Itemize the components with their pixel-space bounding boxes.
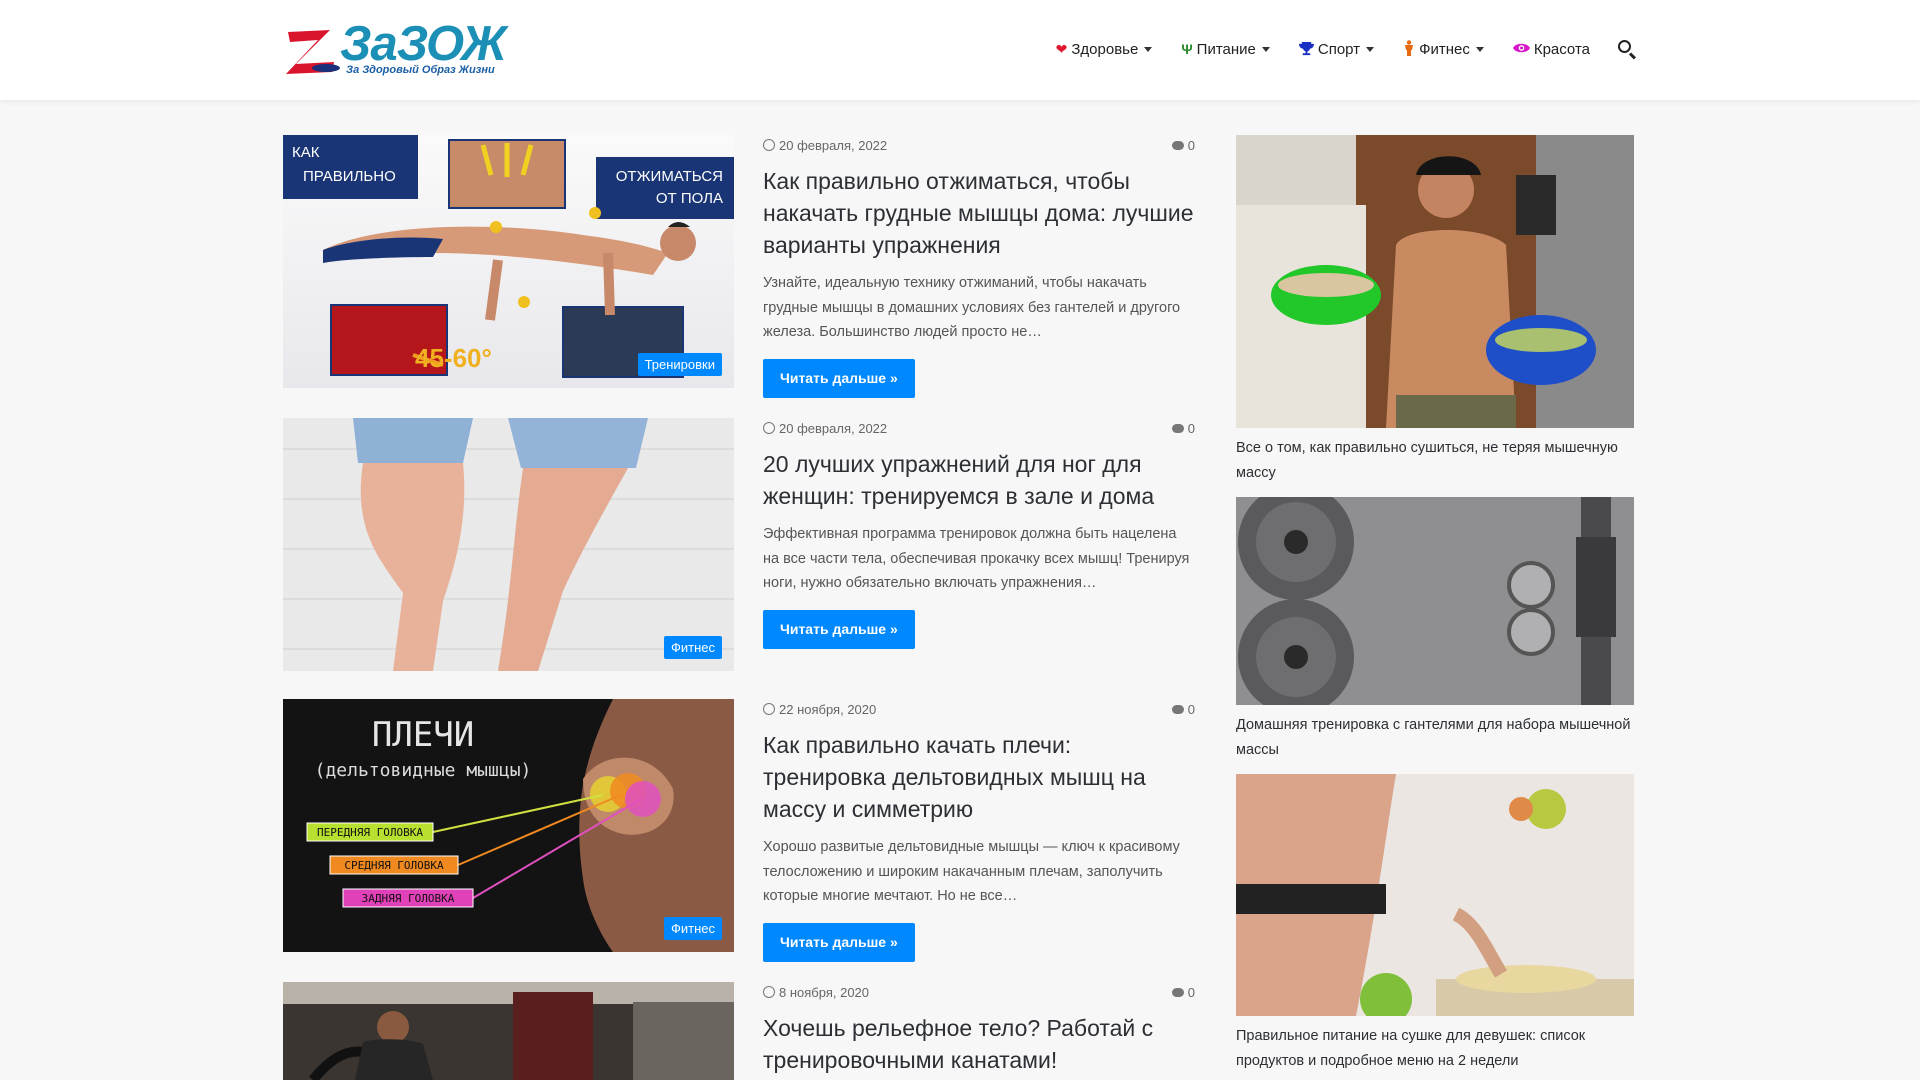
nav-label: Красота	[1533, 40, 1590, 58]
nav-item-fitness[interactable]: Фитнес	[1403, 40, 1484, 58]
nav-label: Фитнес	[1419, 40, 1470, 58]
shoulders-illustration: ПЛЕЧИ (дельтовидные мышцы) ПЕРЕДНЯЯ ГОЛО…	[283, 699, 734, 952]
dumbbells-photo	[1236, 497, 1634, 705]
eye-icon	[1512, 42, 1530, 56]
search-icon	[1618, 40, 1631, 53]
post-excerpt: Узнайте, идеальную технику отжиманий, чт…	[763, 275, 1181, 340]
person-icon	[1403, 40, 1415, 58]
post-meta: 22 ноября, 2020 0	[763, 699, 1195, 719]
post-thumbnail[interactable]: ПЛЕЧИ (дельтовидные мышцы) ПЕРЕДНЯЯ ГОЛО…	[283, 699, 734, 952]
read-more-button[interactable]: Читать дальше »	[763, 609, 915, 649]
sidebar-thumbnail[interactable]	[1236, 135, 1634, 428]
image-caption: ОТЖИМАТЬСЯ	[616, 168, 723, 185]
category-badge[interactable]: Тренировки	[637, 353, 722, 376]
main-nav: ❤ Здоровье Ψ Питание Спорт Фитнес Красот…	[1027, 36, 1638, 62]
post-meta: 8 ноября, 2020 0	[763, 982, 1195, 1002]
post-card: ПЛЕЧИ (дельтовидные мышцы) ПЕРЕДНЯЯ ГОЛО…	[283, 699, 1195, 962]
logo-tagline: За Здоровый Образ Жизни	[346, 64, 495, 76]
logo-mark-icon	[286, 30, 340, 74]
ropes-photo	[283, 982, 734, 1080]
comment-count[interactable]: 0	[1172, 985, 1195, 1000]
sidebar-caption[interactable]: Все о том, как правильно сушиться, не те…	[1236, 436, 1634, 485]
angle-label: 45-60°	[415, 343, 492, 373]
category-badge[interactable]: Фитнес	[663, 636, 722, 659]
post-card: 45-60° КАК ПРАВИЛЬНО ОТЖИМАТЬСЯ ОТ ПОЛА …	[283, 135, 1195, 398]
sidebar-item: Домашняя тренировка с гантелями для набо…	[1236, 497, 1634, 762]
post-title[interactable]: 20 лучших упражнений для ног для женщин:…	[763, 448, 1195, 512]
nav-item-health[interactable]: ❤ Здоровье	[1056, 41, 1153, 58]
healthy-food-photo	[1236, 774, 1634, 1016]
sidebar-thumbnail[interactable]	[1236, 497, 1634, 705]
post-card: 8 ноября, 2020 0 Хочешь рельефное тело? …	[283, 982, 1195, 1080]
post-excerpt: Хорошо развитые дельтовидные мышцы — клю…	[763, 839, 1180, 904]
post-meta: 20 февраля, 2022 0	[763, 418, 1195, 438]
logo-text: ЗаЗОЖ	[340, 17, 507, 71]
sidebar-item: Все о том, как правильно сушиться, не те…	[1236, 135, 1634, 485]
image-caption: ПРАВИЛЬНО	[303, 168, 396, 185]
sidebar-thumbnail[interactable]	[1236, 774, 1634, 1016]
chevron-down-icon	[1144, 46, 1153, 52]
site-logo[interactable]: ЗаЗОЖ За Здоровый Образ Жизни	[282, 18, 512, 80]
post-body: 20 февраля, 2022 0 Как правильно отжимат…	[763, 135, 1195, 398]
post-title[interactable]: Как правильно отжиматься, чтобы накачать…	[763, 165, 1195, 261]
heart-icon: ❤	[1055, 41, 1068, 57]
nav-item-nutrition[interactable]: Ψ Питание	[1181, 41, 1270, 58]
cutlery-icon: Ψ	[1181, 41, 1193, 57]
post-date: 20 февраля, 2022	[763, 421, 887, 436]
post-body: 22 ноября, 2020 0 Как правильно качать п…	[763, 699, 1195, 962]
search-button[interactable]	[1616, 38, 1638, 60]
nav-label: Спорт	[1317, 40, 1361, 58]
image-label: ЗАДНЯЯ ГОЛОВКА	[362, 892, 455, 905]
nav-label: Питание	[1196, 40, 1256, 58]
image-caption: КАК	[292, 144, 320, 161]
post-date: 20 февраля, 2022	[763, 138, 887, 153]
chevron-down-icon	[1366, 46, 1375, 52]
post-body: 20 февраля, 2022 0 20 лучших упражнений …	[763, 418, 1195, 649]
nav-item-sport[interactable]: Спорт	[1298, 40, 1375, 58]
site-header: ЗаЗОЖ За Здоровый Образ Жизни ❤ Здоровье…	[0, 0, 1920, 100]
chevron-down-icon	[1475, 46, 1484, 52]
read-more-button[interactable]: Читать дальше »	[763, 922, 915, 962]
image-heading: ПЛЕЧИ	[372, 715, 474, 755]
read-more-button[interactable]: Читать дальше »	[763, 358, 915, 398]
post-title[interactable]: Хочешь рельефное тело? Работай с трениро…	[763, 1012, 1195, 1076]
image-caption: ОТ ПОЛА	[656, 190, 723, 207]
sidebar-item: Правильное питание на сушке для девушек:…	[1236, 774, 1634, 1073]
comment-count[interactable]: 0	[1172, 702, 1195, 717]
legs-photo	[283, 418, 734, 671]
nav-label: Здоровье	[1071, 40, 1139, 58]
post-date: 8 ноября, 2020	[763, 985, 869, 1000]
sidebar-caption[interactable]: Правильное питание на сушке для девушек:…	[1236, 1024, 1634, 1073]
post-thumbnail[interactable]: Фитнес	[283, 418, 734, 671]
post-thumbnail[interactable]	[283, 982, 734, 1080]
pushup-illustration: 45-60° КАК ПРАВИЛЬНО ОТЖИМАТЬСЯ ОТ ПОЛА	[283, 135, 734, 388]
post-date: 22 ноября, 2020	[763, 702, 876, 717]
kitchen-photo	[1236, 135, 1634, 428]
trophy-icon	[1298, 41, 1314, 58]
post-meta: 20 февраля, 2022 0	[763, 135, 1195, 155]
image-subheading: (дельтовидные мышцы)	[315, 760, 532, 781]
comment-count[interactable]: 0	[1172, 138, 1195, 153]
chevron-down-icon	[1261, 46, 1270, 52]
category-badge[interactable]: Фитнес	[663, 917, 722, 940]
post-body: 8 ноября, 2020 0 Хочешь рельефное тело? …	[763, 982, 1195, 1076]
post-card: Фитнес 20 февраля, 2022 0 20 лучших упра…	[283, 418, 1195, 673]
image-label: ПЕРЕДНЯЯ ГОЛОВКА	[317, 826, 423, 839]
post-thumbnail[interactable]: 45-60° КАК ПРАВИЛЬНО ОТЖИМАТЬСЯ ОТ ПОЛА …	[283, 135, 734, 388]
nav-item-beauty[interactable]: Красота	[1512, 40, 1590, 58]
comment-count[interactable]: 0	[1172, 421, 1195, 436]
post-title[interactable]: Как правильно качать плечи: тренировка д…	[763, 729, 1195, 825]
sidebar-caption[interactable]: Домашняя тренировка с гантелями для набо…	[1236, 713, 1634, 762]
post-excerpt: Эффективная программа тренировок должна …	[763, 526, 1190, 591]
image-label: СРЕДНЯЯ ГОЛОВКА	[344, 859, 444, 872]
